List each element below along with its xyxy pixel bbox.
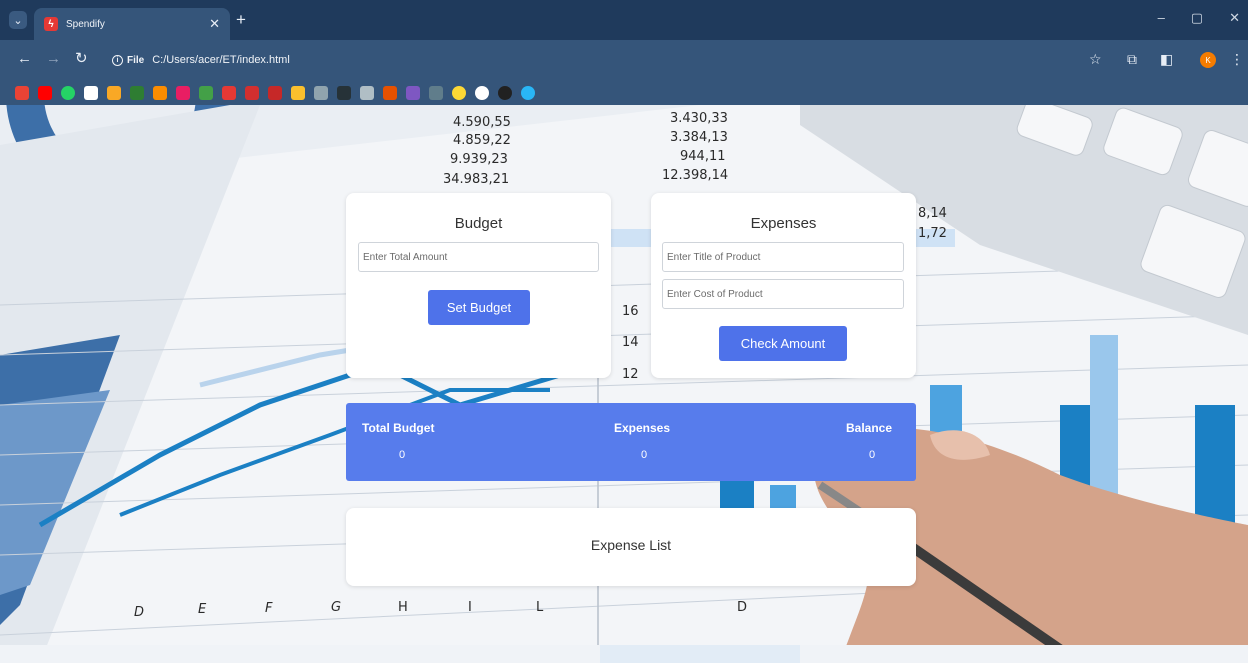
bg-axis-letter: G xyxy=(331,600,342,615)
whatsapp-bookmark-icon[interactable] xyxy=(61,85,75,100)
grid-bookmark-icon[interactable] xyxy=(314,85,328,100)
total-budget-label: Total Budget xyxy=(362,421,435,435)
expenses-card: Expenses Check Amount xyxy=(651,193,916,378)
spendify-favicon-icon: ϟ xyxy=(44,17,58,31)
bg-figure: 4.859,22 xyxy=(453,133,511,148)
bg-axis-letter: L xyxy=(536,600,544,615)
bg-figure: 3.384,13 xyxy=(670,130,728,145)
bookmark-star-icon[interactable]: ☆ xyxy=(1089,52,1102,66)
site-info-chip[interactable]: i File xyxy=(112,54,145,66)
news-bookmark-icon[interactable] xyxy=(245,85,259,100)
dark-bookmark-icon[interactable] xyxy=(498,85,512,100)
tradingview-bookmark-icon[interactable] xyxy=(84,85,98,100)
new-tab-button[interactable]: + xyxy=(236,11,246,28)
budget-card: Budget Set Budget xyxy=(346,193,611,378)
check-amount-button[interactable]: Check Amount xyxy=(719,326,847,361)
bg-axis-number: 12 xyxy=(622,367,639,382)
m-bookmark-icon[interactable] xyxy=(406,85,420,100)
bookmarks-bar xyxy=(0,80,1248,105)
browser-toolbar: ← → ↻ i File C:/Users/acer/ET/index.html… xyxy=(0,40,1248,80)
bg-figure: 9.939,23 xyxy=(450,152,508,167)
bg-figure: 3.430,33 xyxy=(670,111,728,126)
drive-bookmark-icon[interactable] xyxy=(130,85,144,100)
bg-figure: 1,72 xyxy=(918,226,947,241)
expense-list-card: Expense List xyxy=(346,508,916,586)
x-bookmark-icon[interactable] xyxy=(222,85,236,100)
bg-axis-letter: H xyxy=(398,600,408,615)
extensions-icon[interactable]: ⧉ xyxy=(1127,52,1137,66)
profile-avatar[interactable]: K xyxy=(1200,52,1216,68)
expenses-title: Expenses xyxy=(750,215,817,232)
coin-bookmark-icon[interactable] xyxy=(452,85,466,100)
summary-bar: Total Budget 0 Expenses 0 Balance 0 xyxy=(346,403,916,481)
bg-axis-letter: F xyxy=(265,601,273,616)
balance-label: Balance xyxy=(846,421,893,435)
github-bookmark-icon[interactable] xyxy=(475,85,489,100)
page-viewport: 4.590,55 4.859,22 9.939,23 34.983,21 3.4… xyxy=(0,105,1248,663)
gmail-bookmark-icon[interactable] xyxy=(15,85,29,100)
window-controls: – ▢ ✕ xyxy=(1158,10,1240,26)
browser-tab[interactable]: ϟ Spendify ✕ xyxy=(34,8,230,40)
a-bookmark-icon[interactable] xyxy=(337,85,351,100)
bg-axis-number: 14 xyxy=(622,335,639,350)
reload-icon[interactable]: ↻ xyxy=(75,51,88,66)
hand-bookmark-icon[interactable] xyxy=(153,85,167,100)
bg-axis-letter: I xyxy=(468,600,472,615)
set-budget-button[interactable]: Set Budget xyxy=(428,290,530,325)
product-title-input[interactable] xyxy=(662,242,904,272)
gmail2-bookmark-icon[interactable] xyxy=(176,85,190,100)
yellow-bookmark-icon[interactable] xyxy=(291,85,305,100)
bg-figure: 8,14 xyxy=(918,206,947,221)
minimize-icon[interactable]: – xyxy=(1158,10,1165,26)
link-bookmark-icon[interactable] xyxy=(429,85,443,100)
budget-title: Budget xyxy=(454,215,503,232)
tab-title: Spendify xyxy=(66,18,105,30)
info-icon: i xyxy=(112,54,123,66)
t-bookmark-icon[interactable] xyxy=(360,85,374,100)
back-arrow-icon[interactable]: ← xyxy=(17,51,32,66)
side-panel-icon[interactable]: ◧ xyxy=(1160,52,1173,66)
blogger-bookmark-icon[interactable] xyxy=(107,85,121,100)
tab-close-icon[interactable]: ✕ xyxy=(209,16,220,32)
total-budget-value: 0 xyxy=(399,449,406,461)
expenses-summary-value: 0 xyxy=(641,449,648,461)
bg-axis-letter: D xyxy=(737,600,748,615)
close-window-icon[interactable]: ✕ xyxy=(1229,10,1240,26)
plus-bookmark-icon[interactable] xyxy=(199,85,213,100)
flame-bookmark-icon[interactable] xyxy=(383,85,397,100)
bg-axis-letter: E xyxy=(198,602,207,617)
bg-figure: 12.398,14 xyxy=(662,168,729,183)
product-cost-input[interactable] xyxy=(662,279,904,309)
expenses-summary-label: Expenses xyxy=(614,421,671,435)
bg-figure: 944,11 xyxy=(680,149,726,164)
expense-list-title: Expense List xyxy=(590,537,672,553)
bg-figure: 34.983,21 xyxy=(443,172,510,187)
scheme-label: File xyxy=(127,54,145,66)
youtube-bookmark-icon[interactable] xyxy=(38,85,52,100)
blue-bookmark-icon[interactable] xyxy=(521,85,535,100)
forward-arrow-icon[interactable]: → xyxy=(46,51,61,66)
restore-icon[interactable]: ▢ xyxy=(1191,10,1203,26)
red-bookmark-icon[interactable] xyxy=(268,85,282,100)
bg-figure: 4.590,55 xyxy=(453,115,511,130)
bg-axis-letter: D xyxy=(134,605,145,620)
bg-axis-number: 16 xyxy=(622,304,639,319)
url-text: C:/Users/acer/ET/index.html xyxy=(152,54,290,66)
address-bar[interactable]: i File C:/Users/acer/ET/index.html xyxy=(100,47,1105,73)
tab-search-button[interactable]: ⌄ xyxy=(9,11,27,29)
balance-value: 0 xyxy=(869,449,876,461)
total-amount-input[interactable] xyxy=(358,242,599,272)
menu-kebab-icon[interactable]: ⋮ xyxy=(1230,52,1244,66)
browser-tab-bar: ⌄ ϟ Spendify ✕ + – ▢ ✕ xyxy=(0,0,1248,40)
